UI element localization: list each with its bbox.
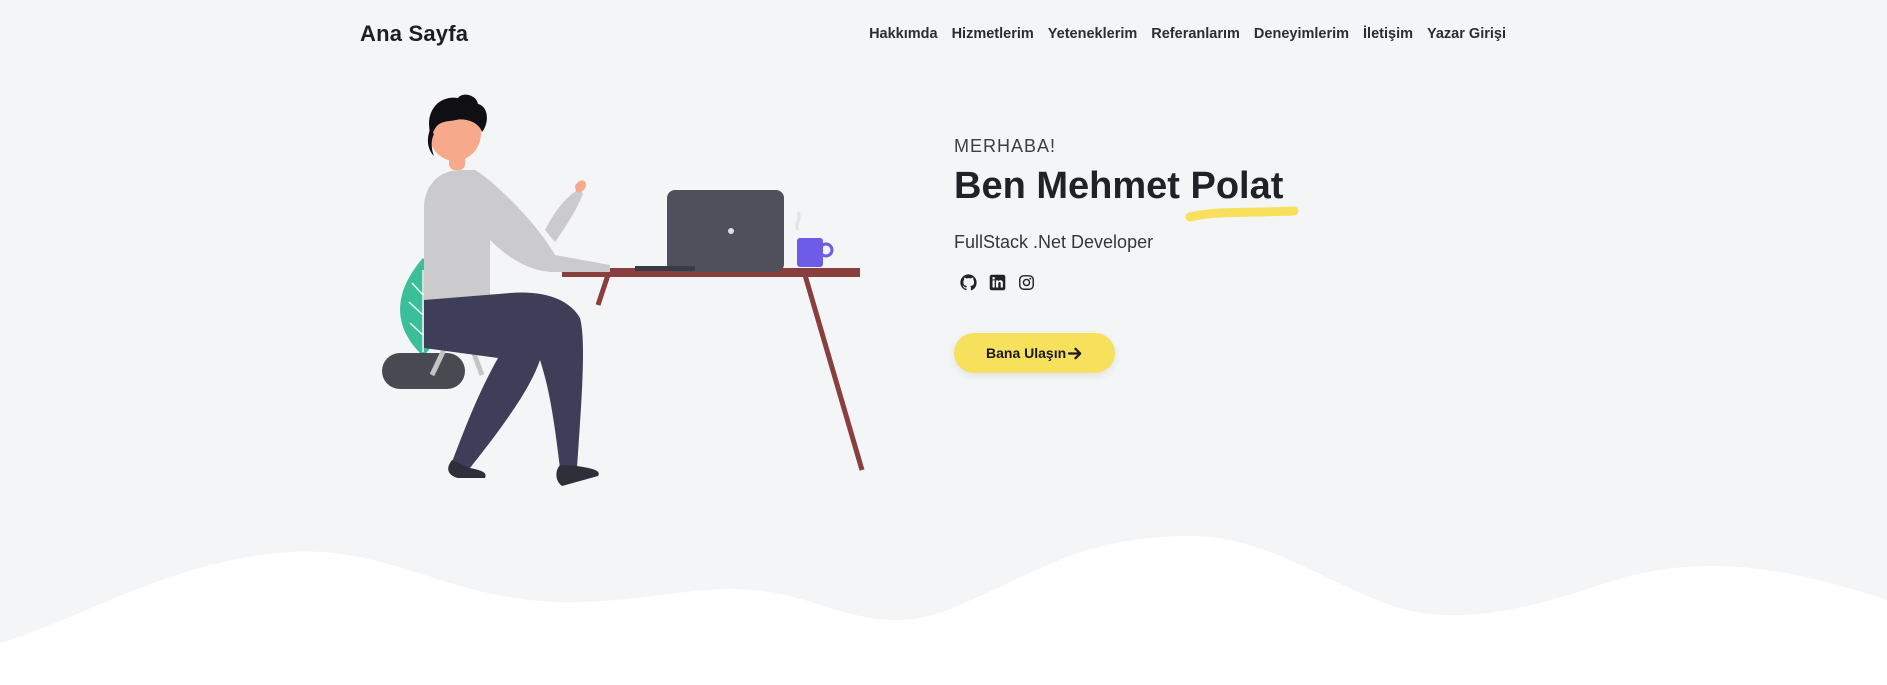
nav-link-hakkimda[interactable]: Hakkımda bbox=[869, 26, 938, 42]
developer-illustration bbox=[382, 94, 865, 486]
hero-background bbox=[0, 0, 1887, 656]
nav-link-hizmetlerim[interactable]: Hizmetlerim bbox=[952, 26, 1034, 42]
navbar: Ana Sayfa Hakkımda Hizmetlerim Yetenekle… bbox=[0, 0, 1887, 72]
contact-me-label: Bana Ulaşın bbox=[986, 345, 1067, 361]
social-links bbox=[960, 274, 1474, 291]
mug-icon bbox=[795, 211, 834, 267]
role-text: FullStack .Net Developer bbox=[954, 232, 1154, 252]
person-icon bbox=[424, 94, 610, 486]
nav-links: Hakkımda Hizmetlerim Yeteneklerim Refera… bbox=[869, 26, 1506, 42]
hero-name: Ben Mehmet Polat bbox=[954, 165, 1299, 222]
nav-link-yazar-girisi[interactable]: Yazar Girişi bbox=[1427, 26, 1506, 42]
greeting-text: MERHABA! bbox=[954, 136, 1057, 156]
arrow-right-icon bbox=[1068, 347, 1082, 359]
linkedin-icon[interactable] bbox=[989, 274, 1006, 291]
nav-link-iletisim[interactable]: İletişim bbox=[1363, 26, 1413, 42]
nav-link-referanslarim[interactable]: Referanlarım bbox=[1151, 26, 1240, 42]
desk-icon bbox=[562, 268, 865, 471]
github-icon[interactable] bbox=[960, 274, 977, 291]
intro-section: MERHABA! Ben Mehmet Polat FullStack .Net… bbox=[954, 136, 1474, 373]
brand-link[interactable]: Ana Sayfa bbox=[360, 21, 468, 47]
contact-me-button[interactable]: Bana Ulaşın bbox=[954, 333, 1116, 373]
nav-link-deneyimlerim[interactable]: Deneyimlerim bbox=[1254, 26, 1349, 42]
nav-link-yeteneklerim[interactable]: Yeteneklerim bbox=[1048, 26, 1137, 42]
laptop-icon bbox=[635, 190, 784, 272]
hero-name-text: Ben Mehmet Polat bbox=[954, 165, 1284, 207]
instagram-icon[interactable] bbox=[1018, 274, 1035, 291]
